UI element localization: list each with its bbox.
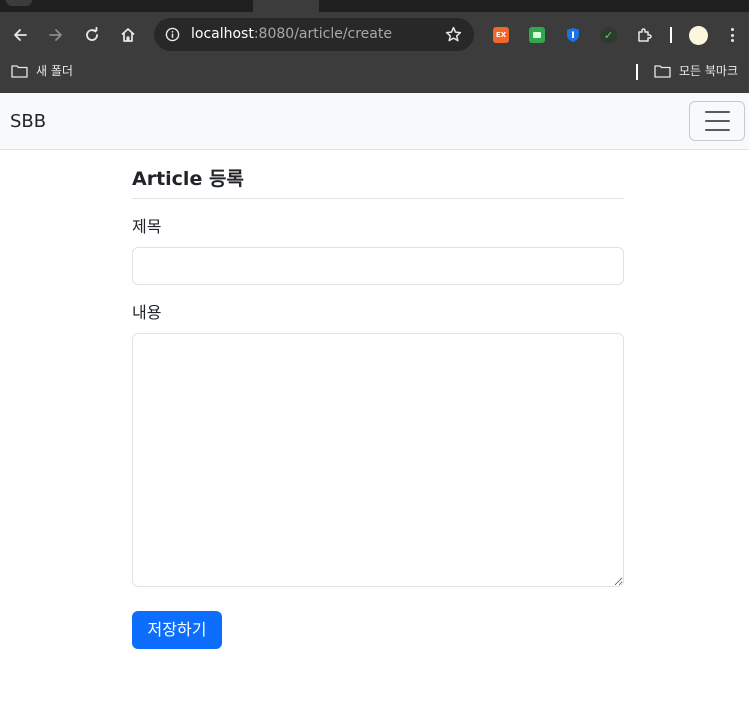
- site-info-icon[interactable]: [162, 24, 182, 44]
- navbar-brand[interactable]: SBB: [10, 111, 46, 133]
- extension-ex-icon[interactable]: EX: [493, 27, 509, 43]
- bookmark-folder-new[interactable]: 새 폴더: [11, 63, 73, 79]
- extension-ex-label: EX: [495, 31, 507, 39]
- reload-button[interactable]: [78, 21, 106, 49]
- folder-icon: [654, 65, 671, 78]
- browser-tab[interactable]: [6, 0, 32, 6]
- site-navbar: SBB: [0, 93, 749, 150]
- reload-icon: [86, 27, 98, 41]
- navbar-toggler-button[interactable]: [689, 101, 745, 141]
- page-title: Article 등록: [132, 168, 244, 190]
- forward-button[interactable]: [42, 21, 70, 49]
- extension-green-card-icon[interactable]: [529, 27, 545, 43]
- browser-menu-icon[interactable]: [727, 26, 737, 44]
- forward-arrow-icon: [49, 29, 62, 41]
- bookmarks-bar: 새 폴더 모든 북마크: [0, 57, 749, 93]
- back-arrow-icon: [14, 29, 27, 41]
- content-label: 내용: [132, 303, 162, 322]
- home-button[interactable]: [114, 21, 142, 49]
- bookmark-folder-all[interactable]: 모든 북마크: [654, 63, 738, 79]
- subject-input[interactable]: [132, 247, 624, 285]
- home-icon: [121, 28, 135, 42]
- hamburger-icon-bar: [704, 129, 730, 131]
- address-bar[interactable]: localhost:8080/article/create: [154, 18, 474, 51]
- bookmark-folder-label: 모든 북마크: [679, 64, 739, 78]
- extension-check-icon[interactable]: ✓: [600, 27, 617, 44]
- bookmark-star-icon[interactable]: [444, 25, 462, 43]
- save-button[interactable]: 저장하기: [132, 611, 222, 649]
- browser-tab-active[interactable]: [253, 0, 319, 12]
- hamburger-icon-bar: [704, 120, 730, 122]
- subject-label: 제목: [132, 217, 162, 236]
- bookmark-folder-label: 새 폴더: [36, 64, 73, 78]
- url-path: :8080/article/create: [253, 26, 392, 42]
- profile-avatar[interactable]: [689, 26, 708, 45]
- folder-icon: [11, 65, 28, 78]
- content-textarea[interactable]: [132, 333, 624, 587]
- hamburger-icon-bar: [704, 111, 730, 113]
- extensions-puzzle-icon[interactable]: [636, 27, 652, 43]
- extension-shield-icon[interactable]: [565, 27, 581, 43]
- browser-toolbar: localhost:8080/article/create EX ✓: [0, 12, 749, 57]
- url-text[interactable]: localhost:8080/article/create: [191, 26, 392, 43]
- bookmarks-divider: [636, 64, 638, 80]
- browser-tabstrip: [0, 0, 749, 12]
- title-divider: [132, 198, 624, 199]
- back-button[interactable]: [6, 21, 34, 49]
- toolbar-divider: [670, 27, 672, 43]
- url-host: localhost: [191, 26, 254, 42]
